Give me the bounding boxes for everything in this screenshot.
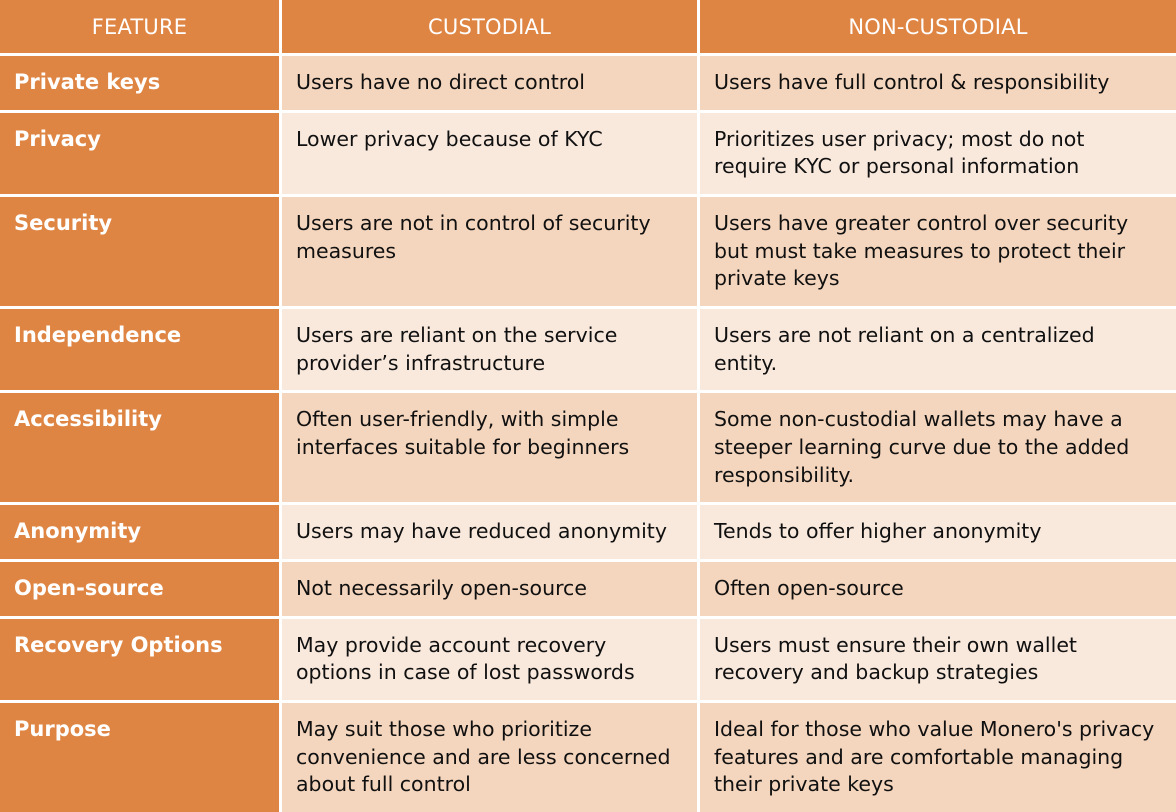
custodial-cell: Not necessarily open-source <box>282 562 700 619</box>
custodial-cell: May suit those who prioritize convenienc… <box>282 703 700 812</box>
custodial-cell: Users may have reduced anonymity <box>282 505 700 563</box>
non-custodial-cell: Ideal for those who value Monero's priva… <box>700 703 1176 812</box>
feature-cell: Anonymity <box>0 505 282 563</box>
custodial-cell: Often user-friendly, with simple interfa… <box>282 393 700 506</box>
table-row: Recovery Options May provide account reco… <box>0 618 1176 704</box>
custodial-vs-noncustodial-comparison-table: FEATURE CUSTODIAL NON-CUSTODIAL Private … <box>0 0 1176 812</box>
column-header-feature: FEATURE <box>0 0 282 56</box>
feature-cell: Security <box>0 197 282 310</box>
custodial-cell: Lower privacy because of KYC <box>282 112 700 198</box>
custodial-cell: May provide account recovery options in … <box>282 618 700 704</box>
non-custodial-cell: Users have full control & responsibility <box>700 56 1176 113</box>
column-header-custodial: CUSTODIAL <box>282 0 700 56</box>
non-custodial-cell: Prioritizes user privacy; most do not re… <box>700 112 1176 198</box>
table-row: Private keys Users have no direct control… <box>0 56 1176 113</box>
column-header-non-custodial: NON-CUSTODIAL <box>700 0 1176 56</box>
feature-cell: Privacy <box>0 112 282 198</box>
custodial-cell: Users are reliant on the service provide… <box>282 309 700 394</box>
table-row: Open-source Not necessarily open-source Of… <box>0 562 1176 619</box>
non-custodial-cell: Tends to offer higher anonymity <box>700 505 1176 563</box>
custodial-cell: Users are not in control of security mea… <box>282 197 700 310</box>
non-custodial-cell: Users must ensure their own wallet recov… <box>700 618 1176 704</box>
table-row: Security Users are not in control of secu… <box>0 197 1176 310</box>
table-row: Anonymity Users may have reduced anonymit… <box>0 505 1176 563</box>
feature-cell: Independence <box>0 309 282 394</box>
feature-cell: Purpose <box>0 703 282 812</box>
feature-cell: Open-source <box>0 562 282 619</box>
non-custodial-cell: Users are not reliant on a centralized e… <box>700 309 1176 394</box>
table-body: Private keys Users have no direct control… <box>0 56 1176 812</box>
table-row: Accessibility Often user-friendly, with s… <box>0 393 1176 506</box>
custodial-cell: Users have no direct control <box>282 56 700 113</box>
feature-cell: Private keys <box>0 56 282 113</box>
table-row: Privacy Lower privacy because of KYC Prior… <box>0 112 1176 198</box>
non-custodial-cell: Often open-source <box>700 562 1176 619</box>
feature-cell: Accessibility <box>0 393 282 506</box>
non-custodial-cell: Some non-custodial wallets may have a st… <box>700 393 1176 506</box>
table-row: Purpose May suit those who prioritize con… <box>0 703 1176 812</box>
table-row: Independence Users are reliant on the ser… <box>0 309 1176 394</box>
non-custodial-cell: Users have greater control over security… <box>700 197 1176 310</box>
feature-cell: Recovery Options <box>0 618 282 704</box>
table-header-row: FEATURE CUSTODIAL NON-CUSTODIAL <box>0 0 1176 56</box>
table-header: FEATURE CUSTODIAL NON-CUSTODIAL <box>0 0 1176 56</box>
